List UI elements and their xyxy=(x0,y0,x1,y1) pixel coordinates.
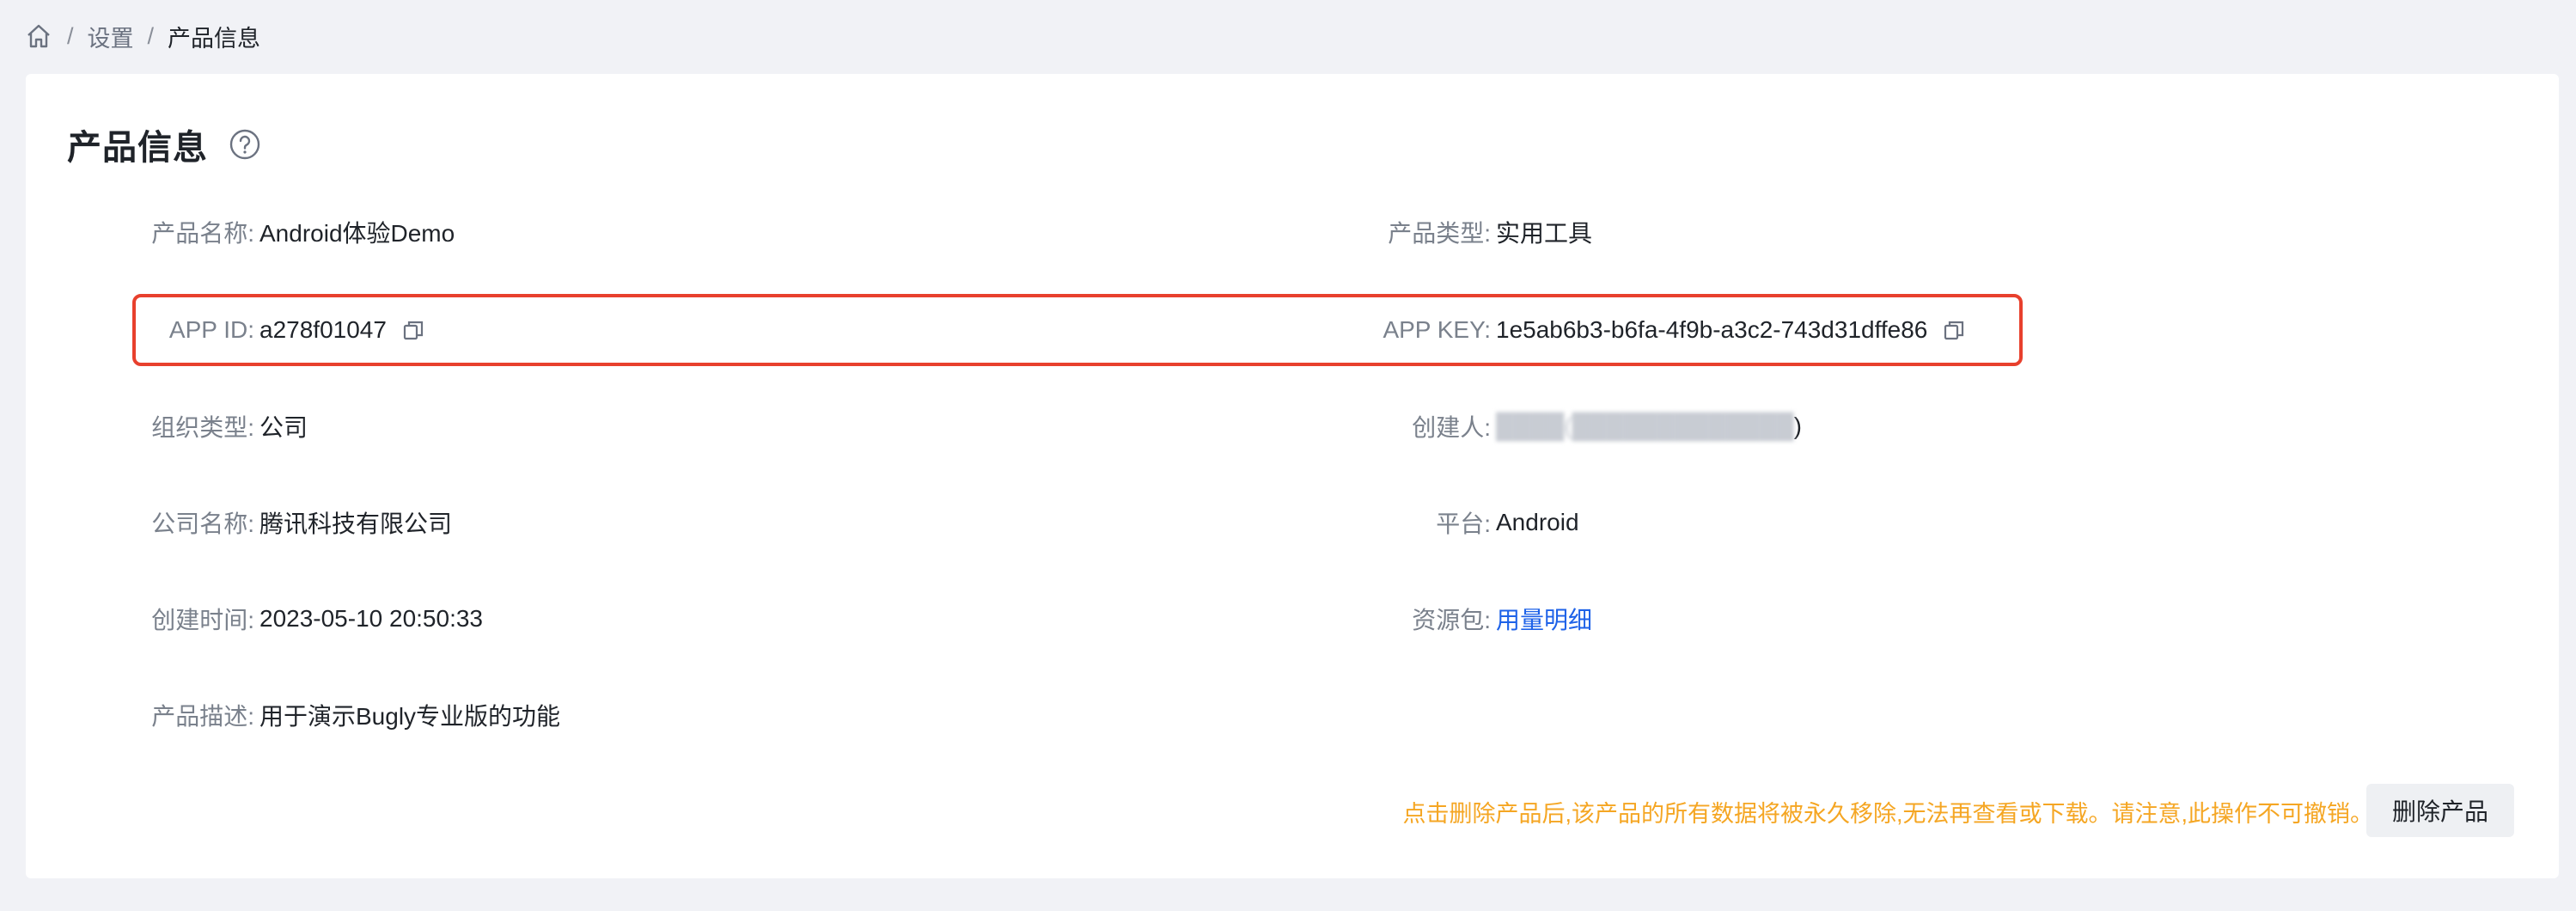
product-type-value: 实用工具 xyxy=(1496,220,1593,247)
app-key-value: 1e5ab6b3-b6fa-4f9b-a3c2-743d31dffe86 xyxy=(1496,316,1928,343)
field-platform: 平台: Android xyxy=(26,504,1579,541)
resource-pack-label: 资源包: xyxy=(1412,607,1491,633)
description-value: 用于演示Bugly专业版的功能 xyxy=(259,703,561,730)
breadcrumb-settings[interactable]: 设置 xyxy=(88,20,134,53)
field-product-type: 产品类型: 实用工具 xyxy=(26,213,1592,251)
home-icon[interactable] xyxy=(24,21,53,51)
field-creator: 创建人: ████(█████████████ ) xyxy=(26,407,1802,445)
field-resource-pack: 资源包: 用量明细 xyxy=(26,600,1592,638)
product-info-card: 产品信息 产品名称: Android体验Demo 产品类型: 实用工具 APP … xyxy=(26,74,2559,878)
description-label: 产品描述: xyxy=(151,703,254,730)
question-circle-icon[interactable] xyxy=(229,128,261,161)
creator-value-close: ) xyxy=(1793,413,1802,439)
copy-icon[interactable] xyxy=(1941,317,1967,343)
breadcrumb-separator: / xyxy=(67,22,74,49)
creator-redacted-value: ████(█████████████ xyxy=(1496,413,1794,439)
breadcrumb: / 设置 / 产品信息 xyxy=(24,17,260,55)
delete-product-button[interactable]: 删除产品 xyxy=(2366,784,2514,837)
breadcrumb-current: 产品信息 xyxy=(168,25,261,52)
page-title: 产品信息 xyxy=(67,129,208,167)
platform-value: Android xyxy=(1496,509,1579,535)
creator-label: 创建人: xyxy=(1412,414,1491,441)
app-key-label: APP KEY: xyxy=(1383,316,1491,343)
platform-label: 平台: xyxy=(1436,511,1491,537)
page-header: 产品信息 xyxy=(67,119,261,170)
product-type-label: 产品类型: xyxy=(1388,220,1491,247)
delete-warning-text: 点击删除产品后,该产品的所有数据将被永久移除,无法再查看或下载。请注意,此操作不… xyxy=(1402,800,2373,827)
usage-details-link[interactable]: 用量明细 xyxy=(1496,602,1592,636)
field-description: 产品描述: 用于演示Bugly专业版的功能 xyxy=(26,696,560,734)
breadcrumb-separator: / xyxy=(147,22,155,49)
field-app-key: APP KEY: 1e5ab6b3-b6fa-4f9b-a3c2-743d31d… xyxy=(26,311,1967,349)
